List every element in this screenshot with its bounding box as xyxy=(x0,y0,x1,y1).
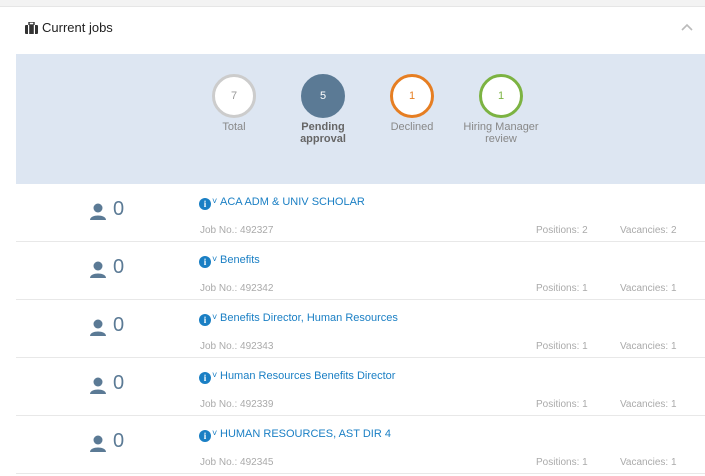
job-row: 0 i ˅ Human Resources Benefits Director … xyxy=(16,358,705,416)
person-icon xyxy=(90,319,106,336)
job-list: 0 i ˅ ACA ADM & UNIV SCHOLAR Job No.: 49… xyxy=(16,184,705,474)
stat-declined-value: 1 xyxy=(390,74,434,118)
info-icon[interactable]: i xyxy=(199,430,211,442)
job-title-link[interactable]: Benefits Director, Human Resources xyxy=(220,312,398,324)
job-title-link[interactable]: HUMAN RESOURCES, AST DIR 4 xyxy=(220,428,391,440)
stat-total[interactable]: 7 Total xyxy=(189,74,279,133)
job-vacancies: Vacancies: 1 xyxy=(620,457,677,468)
job-number: Job No.: 492342 xyxy=(200,283,274,294)
info-icon[interactable]: i xyxy=(199,256,211,268)
chevron-down-icon[interactable]: ˅ xyxy=(212,428,217,438)
stat-declined[interactable]: 1 Declined xyxy=(367,74,457,133)
panel-title: Current jobs xyxy=(42,20,113,35)
stat-pending-label: Pending approval xyxy=(278,121,368,145)
job-vacancies: Vacancies: 1 xyxy=(620,341,677,352)
stat-total-value: 7 xyxy=(212,74,256,118)
job-title-link[interactable]: Human Resources Benefits Director xyxy=(220,370,395,382)
job-row: 0 i ˅ Benefits Job No.: 492342 Positions… xyxy=(16,242,705,300)
info-icon[interactable]: i xyxy=(199,198,211,210)
panel-header: Current jobs xyxy=(0,7,705,53)
stat-pending-label-line2: approval xyxy=(300,133,346,145)
job-row: 0 i ˅ HUMAN RESOURCES, AST DIR 4 Job No.… xyxy=(16,416,705,474)
stat-hm-value: 1 xyxy=(479,74,523,118)
chevron-down-icon[interactable]: ˅ xyxy=(212,370,217,380)
applicant-count: 0 xyxy=(113,198,125,220)
job-number: Job No.: 492339 xyxy=(200,399,274,410)
job-row: 0 i ˅ Benefits Director, Human Resources… xyxy=(16,300,705,358)
applicant-count: 0 xyxy=(113,372,125,394)
job-positions: Positions: 1 xyxy=(536,457,588,468)
stat-hm-label-line1: Hiring Manager xyxy=(463,121,539,133)
info-icon[interactable]: i xyxy=(199,314,211,326)
applicant-count: 0 xyxy=(113,430,125,452)
job-vacancies: Vacancies: 1 xyxy=(620,283,677,294)
stat-hiring-manager-review[interactable]: 1 Hiring Manager review xyxy=(456,74,546,145)
stat-total-label: Total xyxy=(222,121,246,133)
stat-hm-label: Hiring Manager review xyxy=(456,121,546,145)
chevron-down-icon[interactable]: ˅ xyxy=(212,254,217,264)
applicant-count: 0 xyxy=(113,256,125,278)
info-icon[interactable]: i xyxy=(199,372,211,384)
job-status-summary: 7 Total 5 Pending approval 1 Declined 1 … xyxy=(16,54,705,184)
applicant-count: 0 xyxy=(113,314,125,336)
current-jobs-panel: Current jobs 7 Total 5 Pending approval … xyxy=(0,6,705,476)
chevron-up-icon[interactable] xyxy=(680,22,694,32)
job-number: Job No.: 492345 xyxy=(200,457,274,468)
stat-declined-label: Declined xyxy=(390,121,434,133)
job-title-link[interactable]: ACA ADM & UNIV SCHOLAR xyxy=(220,196,365,208)
person-icon xyxy=(90,435,106,452)
job-title-link[interactable]: Benefits xyxy=(220,254,260,266)
briefcase-icon xyxy=(25,22,38,34)
stat-pending-label-line1: Pending xyxy=(301,121,345,133)
stat-pending-value: 5 xyxy=(301,74,345,118)
person-icon xyxy=(90,261,106,278)
stat-pending-approval[interactable]: 5 Pending approval xyxy=(278,74,368,145)
job-positions: Positions: 2 xyxy=(536,225,588,236)
chevron-down-icon[interactable]: ˅ xyxy=(212,312,217,322)
job-vacancies: Vacancies: 1 xyxy=(620,399,677,410)
job-positions: Positions: 1 xyxy=(536,283,588,294)
person-icon xyxy=(90,203,106,220)
job-number: Job No.: 492327 xyxy=(200,225,274,236)
stat-hm-label-line2: review xyxy=(485,133,517,145)
job-number: Job No.: 492343 xyxy=(200,341,274,352)
job-positions: Positions: 1 xyxy=(536,399,588,410)
job-vacancies: Vacancies: 2 xyxy=(620,225,677,236)
job-row: 0 i ˅ ACA ADM & UNIV SCHOLAR Job No.: 49… xyxy=(16,184,705,242)
person-icon xyxy=(90,377,106,394)
job-positions: Positions: 1 xyxy=(536,341,588,352)
chevron-down-icon[interactable]: ˅ xyxy=(212,196,217,206)
